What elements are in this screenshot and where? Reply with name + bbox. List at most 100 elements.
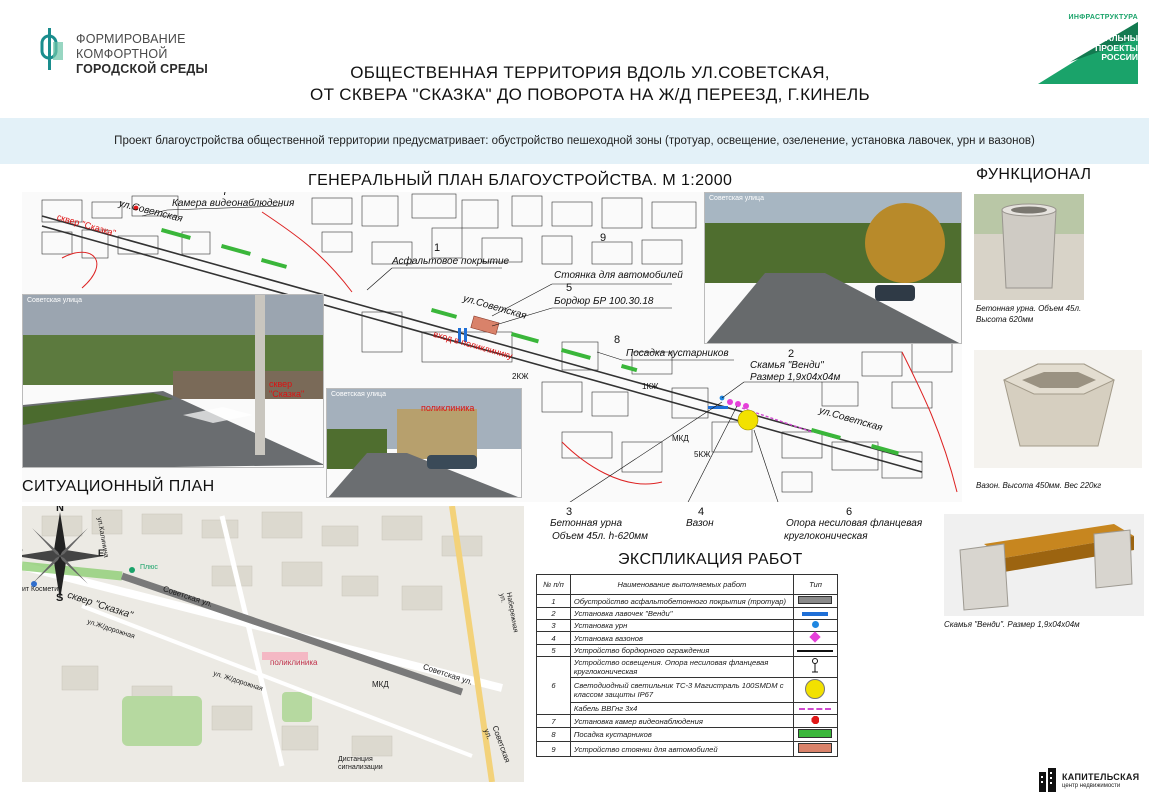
functional-title: ФУНКЦИОНАЛ: [976, 166, 1092, 183]
general-plan-title: ГЕНЕРАЛЬНЫЙ ПЛАН БЛАГОУСТРОЙСТВА. М 1:20…: [308, 172, 733, 189]
compass-n: N: [56, 506, 64, 514]
callout-2-size: Размер 1,9х04х04м: [750, 372, 841, 383]
callout-4-text: Вазон: [686, 518, 714, 529]
callout-7-text: Камера видеонаблюдения: [172, 198, 295, 209]
callout-6-text: Опора несиловая фланцевая: [786, 518, 923, 529]
row-num: 9: [536, 741, 571, 757]
vase-photo: [974, 350, 1142, 468]
callout-3-text: Бетонная урна: [550, 518, 623, 529]
building-icon: [1039, 768, 1056, 792]
row-num: 4: [536, 631, 571, 645]
row-name: Посадка кустарников: [569, 727, 794, 742]
page-title: ОБЩЕСТВЕННАЯ ТЕРРИТОРИЯ ВДОЛЬ УЛ.СОВЕТСК…: [240, 62, 940, 106]
logo-line-2: КОМФОРТНОЙ: [76, 47, 168, 61]
row-type: [792, 644, 839, 657]
shrub-swatch-icon: [798, 729, 833, 738]
header-type: Тип: [792, 574, 839, 595]
table-row: 3 Установка урн: [536, 619, 839, 632]
sit-label-cosmetic: ит Косметик: [22, 586, 62, 593]
compass-w: W: [22, 548, 23, 558]
table-header-row: № п/п Наименование выполняемых работ Тип: [536, 574, 839, 595]
sit-label-signal: Дистанция сигнализации: [338, 756, 383, 771]
lamp-swatch-icon: [805, 679, 826, 699]
table-row: 6 Устройство освещения. Опора несиловая ф…: [536, 656, 839, 715]
bench-caption: Скамья "Венди". Размер 1,9х04х04м: [944, 620, 1080, 629]
callout-5-text: Бордюр БР 100.30.18: [554, 296, 654, 307]
logo-line-1: ФОРМИРОВАНИЕ: [76, 32, 186, 46]
row-type: [792, 677, 839, 703]
row-num: 8: [536, 727, 571, 742]
title-line-2: ОТ СКВЕРА "СКАЗКА" ДО ПОВОРОТА НА Ж/Д ПЕ…: [310, 85, 870, 104]
plan-label-mkd: МКД: [672, 434, 689, 443]
urn-caption-2: Высота 620мм: [976, 315, 1034, 324]
table-row: Кабель ВВГнг 3х4: [537, 702, 839, 715]
sit-label-polyclinic: поликлиника: [270, 658, 318, 667]
row-name: Светодиодный светильник ТС-3 Магистраль …: [569, 677, 794, 703]
plan-label-5kzh: 5КЖ: [694, 450, 711, 459]
row-num: 7: [536, 714, 571, 728]
general-plan-map: сквер "Сказка" ул.Советская вход в полик…: [22, 192, 962, 502]
row-num: 2: [536, 607, 571, 620]
camera-swatch-icon: [811, 716, 820, 724]
table-row: 2 Установка лавочек "Венди": [536, 607, 839, 620]
row-name: Устройство бордюрного ограждения: [569, 644, 794, 657]
street-photo-1: Советская улица сквер "Сказка": [22, 294, 324, 468]
row-name: Обустройство асфальтобетонного покрытия …: [569, 594, 794, 608]
row-name: Кабель ВВГнг 3х4: [569, 702, 794, 715]
callout-8-num: 8: [614, 334, 621, 346]
table-row: 4 Установка вазонов: [536, 631, 839, 645]
banner-text: Проект благоустройства общественной терр…: [114, 135, 1035, 147]
logo-text: ФОРМИРОВАНИЕ КОМФОРТНОЙ ГОРОДСКОЙ СРЕДЫ: [76, 32, 208, 77]
photo-1-label: Советская улица: [27, 297, 82, 304]
row-name: Установка камер видеонаблюдения: [569, 714, 794, 728]
header-name: Наименование выполняемых работ: [569, 574, 794, 595]
plan-label-2kzh: 2КЖ: [512, 372, 529, 381]
curb-swatch-icon: [797, 650, 834, 652]
table-row: Светодиодный светильник ТС-3 Магистраль …: [537, 677, 839, 703]
national-projects-logo: ИНФРАСТРУКТУРА НАЦИОНАЛЬНЫЕ ПРОЕКТЫ РОСС…: [1030, 14, 1144, 86]
bench-photo-image: [944, 514, 1144, 616]
callout-9-text: Стоянка для автомобилей: [554, 270, 683, 281]
row-num: 1: [536, 594, 571, 608]
bench-swatch-icon: [802, 612, 829, 616]
logo-right-small: ИНФРАСТРУКТУРА: [1068, 14, 1138, 21]
table-row: 5 Устройство бордюрного ограждения: [536, 644, 839, 657]
vase-swatch-icon: [809, 631, 822, 643]
urn-photo: [974, 194, 1084, 300]
vase-caption: Вазон. Высота 450мм. Вес 220кг: [976, 481, 1102, 490]
callout-3-num: 3: [566, 506, 573, 518]
header-num: № п/п: [536, 574, 571, 595]
photo-3-polyclinic-label: поликлиника: [421, 403, 475, 413]
sit-label-plus: Плюс: [140, 564, 158, 571]
logo-comfortable-city: ФОРМИРОВАНИЕ КОМФОРТНОЙ ГОРОДСКОЙ СРЕДЫ: [36, 22, 236, 82]
row-num: 6: [536, 656, 571, 715]
callout-6-text-2: круглоконическая: [784, 531, 868, 542]
city-logo-icon: [40, 28, 63, 70]
row-type: [792, 607, 839, 620]
urn-caption-1: Бетонная урна. Объем 45л.: [976, 304, 1082, 313]
explication-table: № п/п Наименование выполняемых работ Тип…: [536, 574, 839, 757]
row-name: Устройство освещения. Опора несиловая фл…: [569, 656, 794, 678]
table-row: 9 Устройство стоянки для автомобилей: [536, 741, 839, 757]
row-type: [792, 741, 839, 757]
urn-photo-image: [974, 194, 1084, 300]
row-type: [792, 702, 839, 715]
plan-label-1kzh: 1КЖ: [642, 382, 659, 391]
table-row: 7 Установка камер видеонаблюдения: [536, 714, 839, 728]
row-num: 5: [536, 644, 571, 657]
vase-photo-image: [974, 350, 1142, 468]
row-name: Установка вазонов: [569, 631, 794, 645]
table-row: 1 Обустройство асфальтобетонного покрытия…: [536, 594, 839, 608]
row-type: [792, 619, 839, 632]
callout-3-size: Объем 45л. h-620мм: [552, 531, 648, 542]
row-type: [792, 594, 839, 608]
callout-1-num: 1: [434, 242, 441, 254]
photo-2-label: Советская улица: [709, 195, 764, 202]
situation-plan-title: СИТУАЦИОННЫЙ ПЛАН: [22, 478, 215, 495]
title-line-1: ОБЩЕСТВЕННАЯ ТЕРРИТОРИЯ ВДОЛЬ УЛ.СОВЕТСК…: [350, 63, 830, 82]
callout-8-text: Посадка кустарников: [626, 348, 729, 359]
logo-right-big: НАЦИОНАЛЬНЫЕ ПРОЕКТЫ РОССИИ: [1068, 33, 1144, 63]
footer-brand-name: КАПИТЕЛЬСКАЯ: [1062, 772, 1140, 782]
table-row: 8 Посадка кустарников: [536, 727, 839, 742]
photo-1-skver-label: сквер "Сказка": [269, 379, 305, 399]
